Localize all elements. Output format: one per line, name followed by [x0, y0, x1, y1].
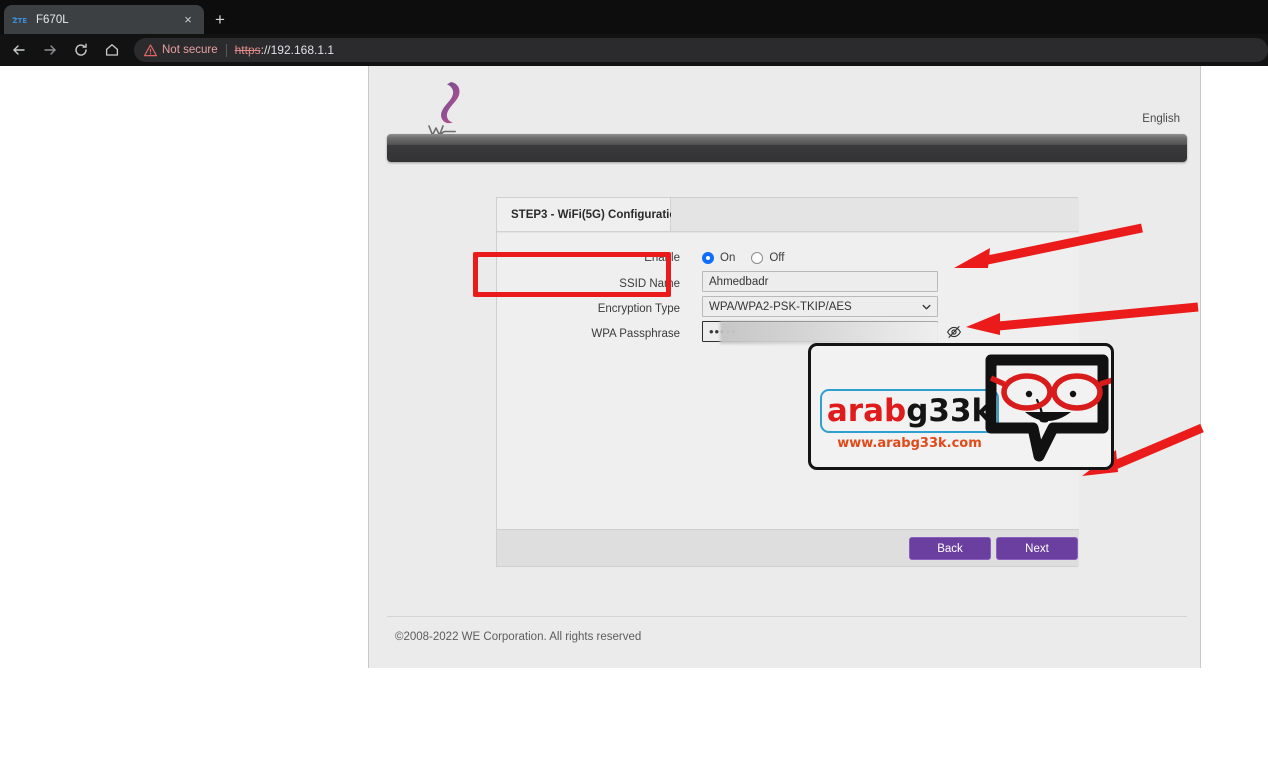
eye-hide-icon[interactable]	[946, 324, 962, 340]
tab-title: F670L	[36, 13, 69, 26]
chevron-down-icon	[922, 302, 931, 311]
watermark-name: arabg33k	[826, 392, 993, 429]
watermark-name-badge: arabg33k	[820, 389, 999, 433]
label-encryption-type: Encryption Type	[597, 302, 680, 315]
wpa-passphrase-input[interactable]: •••••	[702, 321, 940, 344]
new-tab-button[interactable]: +	[210, 10, 230, 30]
ssid-control	[702, 271, 1079, 296]
label-wpa-passphrase: WPA Passphrase	[591, 327, 680, 340]
enable-radio-group: On Off	[702, 245, 1079, 270]
tab-strip: ZTE F670L × +	[0, 0, 1268, 34]
home-icon[interactable]	[98, 36, 126, 64]
field-row-encryption: Encryption Type WPA/WPA2-PSK-TKIP/AES	[497, 296, 1079, 321]
encryption-control: WPA/WPA2-PSK-TKIP/AES	[702, 296, 1079, 321]
field-row-ssid: SSID Name	[497, 271, 1079, 296]
url-scheme: https	[234, 43, 261, 57]
radio-enable-on[interactable]	[702, 251, 714, 264]
omnibox-divider	[225, 43, 227, 57]
close-icon[interactable]: ×	[180, 12, 196, 28]
url-host: ://192.168.1.1	[260, 43, 335, 57]
url-text: https://192.168.1.1	[235, 43, 334, 57]
encryption-type-value: WPA/WPA2-PSK-TKIP/AES	[709, 300, 852, 313]
passphrase-blur-overlay	[720, 321, 940, 344]
browser-chrome: ZTE F670L × + Not secure https://192.168…	[0, 0, 1268, 66]
browser-toolbar: Not secure https://192.168.1.1	[0, 34, 1268, 66]
arrow-left-icon[interactable]	[5, 36, 33, 64]
back-button[interactable]: Back	[909, 537, 991, 560]
warning-triangle-icon	[144, 43, 157, 57]
next-button[interactable]: Next	[996, 537, 1078, 560]
label-ssid-name: SSID Name	[619, 277, 680, 290]
watermark-url: www.arabg33k.com	[837, 436, 982, 451]
language-selector[interactable]: English	[1142, 113, 1180, 125]
field-row-enable: Enable On Off	[497, 245, 1079, 270]
panel-title-filler	[671, 198, 1079, 232]
copyright-text: ©2008-2022 WE Corporation. All rights re…	[395, 630, 642, 643]
watermark-name-red: arab	[826, 392, 907, 429]
zte-logo-icon: ZTE	[12, 12, 28, 28]
page-viewport: English STEP3 - WiFi(5G) Configuration E…	[0, 66, 1268, 770]
reload-icon[interactable]	[67, 36, 95, 64]
encryption-type-select[interactable]: WPA/WPA2-PSK-TKIP/AES	[702, 296, 938, 317]
address-bar[interactable]: Not secure https://192.168.1.1	[134, 38, 1268, 62]
site-watermark: arabg33k www.arabg33k.com	[808, 343, 1114, 470]
panel-footer: Back Next	[497, 529, 1079, 566]
radio-enable-on-label[interactable]: On	[720, 252, 735, 264]
arrow-right-icon[interactable]	[36, 36, 64, 64]
label-enable: Enable	[644, 251, 680, 264]
radio-enable-off-label[interactable]: Off	[769, 252, 784, 264]
watermark-name-black: g33k	[906, 392, 993, 429]
ssid-name-input[interactable]	[702, 271, 938, 292]
main-navigation-bar[interactable]	[387, 134, 1187, 162]
enable-control: On Off	[702, 245, 1079, 270]
radio-enable-off[interactable]	[751, 251, 764, 264]
security-status-label: Not secure	[162, 44, 218, 56]
page-title: STEP3 - WiFi(5G) Configuration	[497, 198, 683, 232]
we-logo-icon	[421, 78, 481, 140]
speech-bubble-face-with-glasses-icon	[981, 350, 1111, 467]
page-footer: ©2008-2022 WE Corporation. All rights re…	[387, 616, 1187, 656]
browser-tab[interactable]: ZTE F670L ×	[4, 5, 204, 34]
